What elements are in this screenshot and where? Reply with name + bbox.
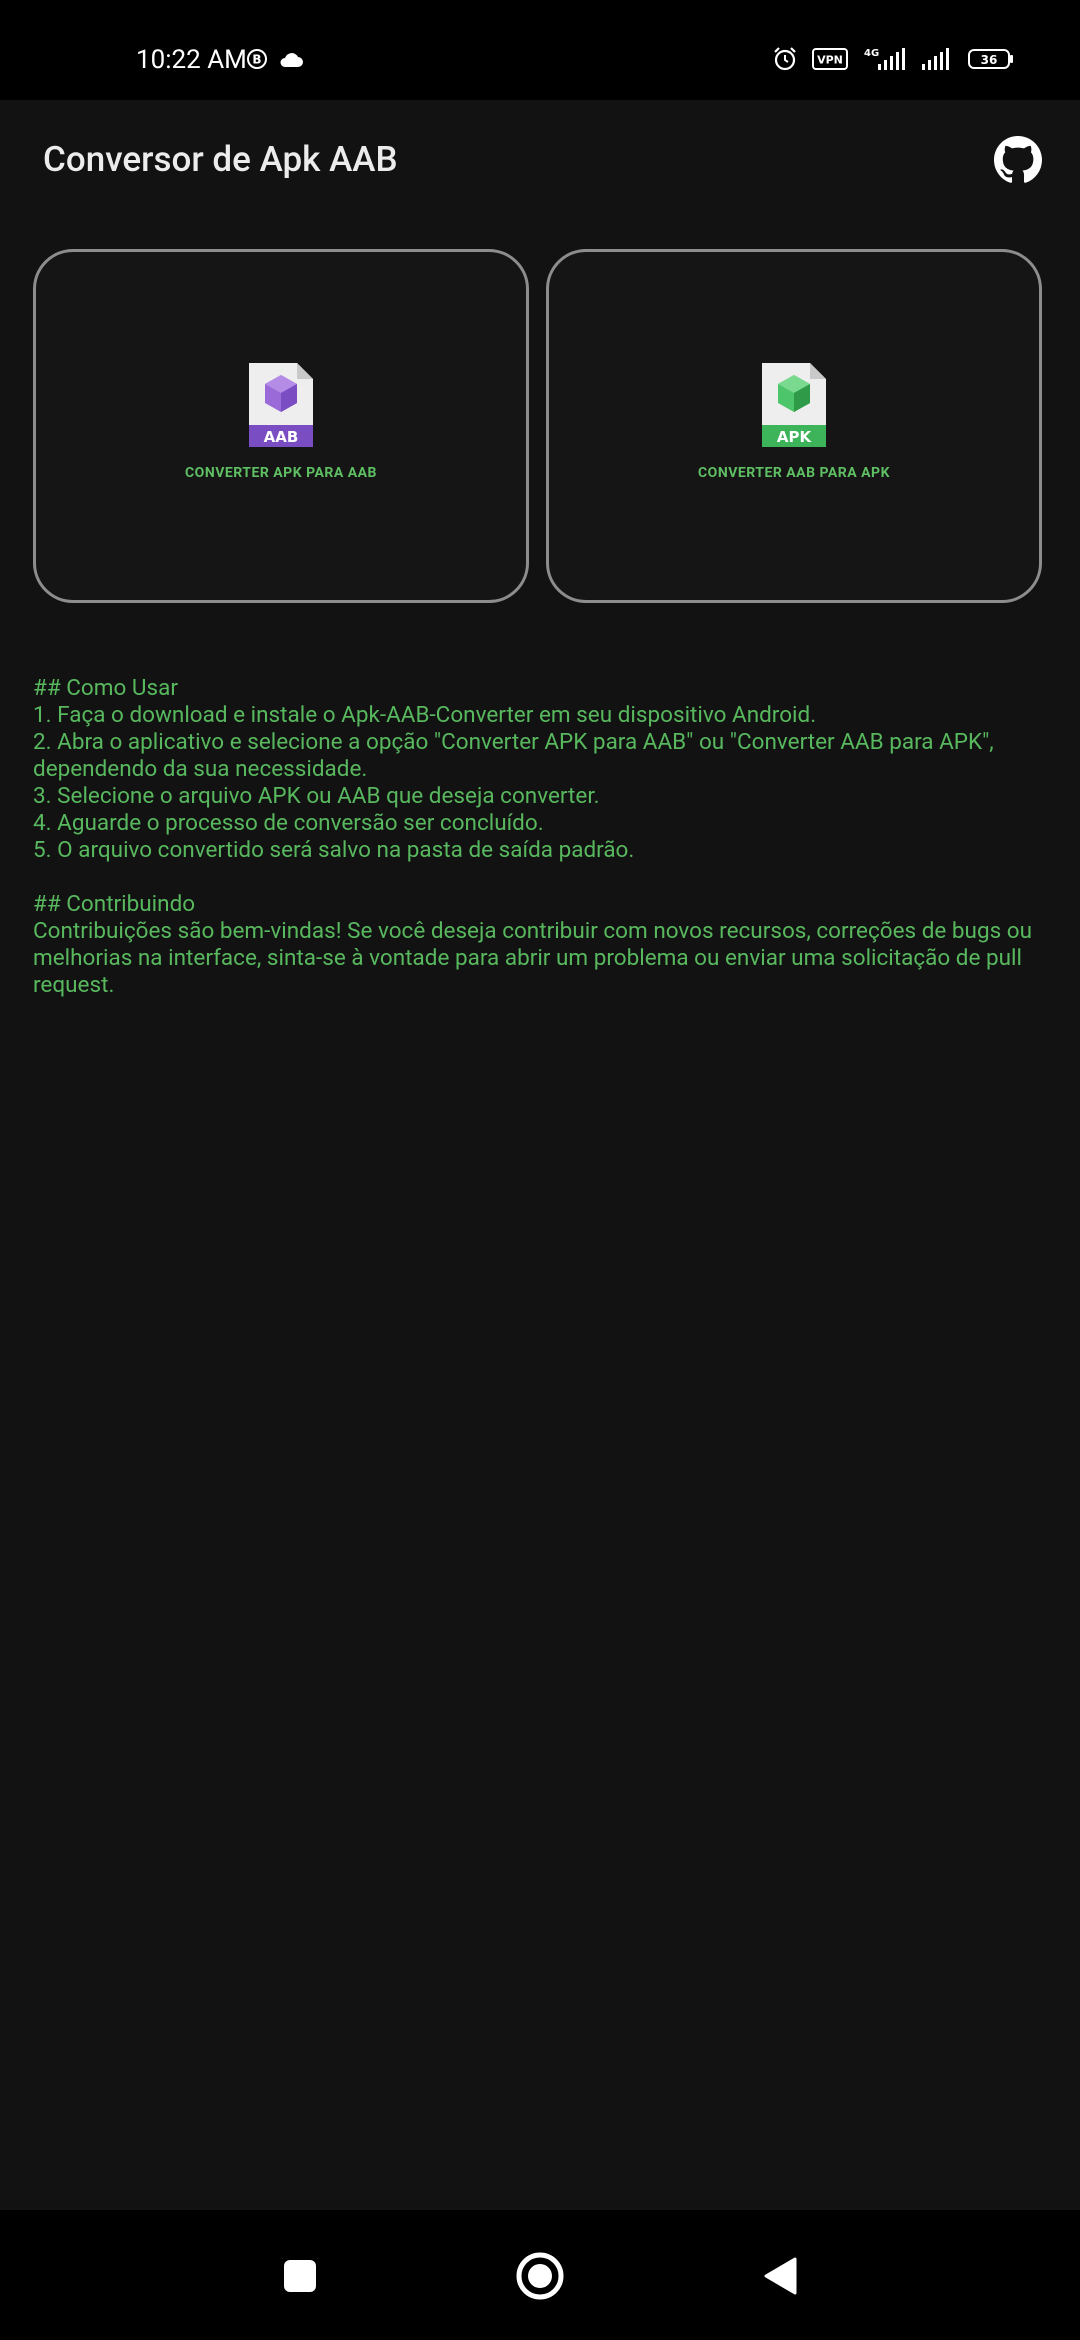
usage-step: 2. Abra o aplicativo e selecione a opção… [33, 729, 994, 782]
usage-step: 4. Aguarde o processo de conversão ser c… [33, 810, 544, 836]
status-notification-icons: B [246, 48, 304, 70]
usage-step: 3. Selecione o arquivo APK ou AAB que de… [33, 783, 600, 809]
signal-icon [922, 48, 949, 70]
aab-file-icon: AAB [249, 363, 313, 447]
status-time: 10:22 AM [136, 45, 247, 75]
svg-text:4G: 4G [864, 48, 879, 59]
github-button[interactable] [994, 136, 1042, 184]
navigation-bar [0, 2210, 1080, 2340]
back-triangle-icon [764, 2257, 797, 2295]
home-button[interactable] [514, 2250, 566, 2302]
square-icon [284, 2260, 316, 2292]
app-bar: Conversor de Apk AAB [0, 100, 1080, 220]
battery-icon: 36 [968, 49, 1013, 69]
convert-apk-to-aab-card[interactable]: AAB CONVERTER APK PARA AAB [33, 249, 529, 603]
cloud-icon [280, 53, 303, 67]
alarm-icon [774, 47, 796, 71]
apk-badge: APK [777, 428, 813, 446]
status-bar: 10:22 AM B VPN 4G 36 [0, 0, 1080, 100]
usage-step: 1. Faça o download e instale o Apk-AAB-C… [33, 702, 817, 728]
usage-step: 5. O arquivo convertido será salvo na pa… [33, 837, 635, 863]
contrib-text: Contribuições são bem-vindas! Se você de… [33, 918, 1033, 998]
github-icon [994, 136, 1042, 183]
signal-4g-icon: 4G [864, 48, 905, 70]
readme-content: ## Como Usar 1. Faça o download e instal… [33, 675, 1043, 999]
battery-level: 36 [981, 53, 998, 67]
vpn-icon: VPN [812, 48, 848, 70]
convert-aab-to-apk-card[interactable]: APK CONVERTER AAB PARA APK [546, 249, 1042, 603]
apk-file-icon: APK [762, 363, 826, 447]
app-title: Conversor de Apk AAB [43, 139, 398, 180]
svg-text:VPN: VPN [817, 54, 843, 67]
contrib-heading: ## Contribuindo [33, 891, 196, 917]
svg-text:B: B [252, 53, 261, 67]
home-circle-icon [516, 2252, 564, 2300]
aab-badge: AAB [264, 428, 299, 446]
recents-button[interactable] [274, 2250, 326, 2302]
convert-apk-to-aab-label: CONVERTER APK PARA AAB [185, 465, 377, 481]
convert-aab-to-apk-label: CONVERTER AAB PARA APK [698, 465, 890, 481]
back-button[interactable] [754, 2250, 806, 2302]
status-system-icons: VPN 4G 36 [772, 46, 1014, 72]
usage-heading: ## Como Usar [33, 675, 178, 701]
b-circle-icon: B [247, 49, 267, 69]
